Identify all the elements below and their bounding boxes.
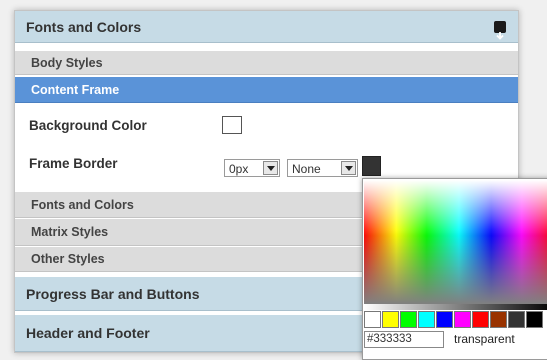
background-color-swatch[interactable] xyxy=(222,116,242,134)
section-fonts-and-colors[interactable]: Fonts and Colors xyxy=(15,11,518,43)
frame-border-label: Frame Border xyxy=(29,156,118,171)
color-swatch[interactable] xyxy=(400,311,417,328)
border-style-value: None xyxy=(292,162,321,176)
grayscale-bar[interactable] xyxy=(364,304,547,310)
color-swatch[interactable] xyxy=(364,311,381,328)
background-color-label: Background Color xyxy=(29,118,147,133)
color-swatch[interactable] xyxy=(418,311,435,328)
section-title: Header and Footer xyxy=(26,325,150,341)
sub-item-content-frame[interactable]: Content Frame xyxy=(15,77,518,103)
section-title: Fonts and Colors xyxy=(26,19,142,35)
color-spectrum[interactable] xyxy=(364,180,547,304)
hex-input[interactable]: #333333 xyxy=(364,331,444,348)
collapse-arrow-icon[interactable] xyxy=(494,21,506,40)
sub-item-label: Other Styles xyxy=(31,252,105,266)
color-swatch[interactable] xyxy=(382,311,399,328)
border-style-select[interactable]: None xyxy=(287,159,358,177)
section-title: Progress Bar and Buttons xyxy=(26,286,200,302)
sub-item-label: Matrix Styles xyxy=(31,225,109,239)
border-width-value: 0px xyxy=(229,162,249,176)
sub-item-label: Fonts and Colors xyxy=(31,198,134,212)
chevron-down-icon xyxy=(263,161,278,175)
color-swatch[interactable] xyxy=(436,311,453,328)
color-swatch[interactable] xyxy=(508,311,525,328)
sub-item-label: Body Styles xyxy=(31,56,103,70)
sub-item-label: Content Frame xyxy=(31,83,120,97)
color-swatch[interactable] xyxy=(472,311,489,328)
chevron-down-icon xyxy=(341,161,356,175)
swatch-row xyxy=(364,311,547,328)
color-swatch[interactable] xyxy=(526,311,543,328)
color-swatch[interactable] xyxy=(490,311,507,328)
sub-item-body-styles[interactable]: Body Styles xyxy=(15,51,518,75)
border-width-select[interactable]: 0px xyxy=(224,159,280,177)
color-picker-popup[interactable]: #333333 transparent xyxy=(362,178,547,360)
border-color-swatch[interactable] xyxy=(362,156,381,176)
background-color-row: Background Color xyxy=(15,111,518,141)
transparent-option[interactable]: transparent xyxy=(454,332,515,346)
color-swatch[interactable] xyxy=(454,311,471,328)
